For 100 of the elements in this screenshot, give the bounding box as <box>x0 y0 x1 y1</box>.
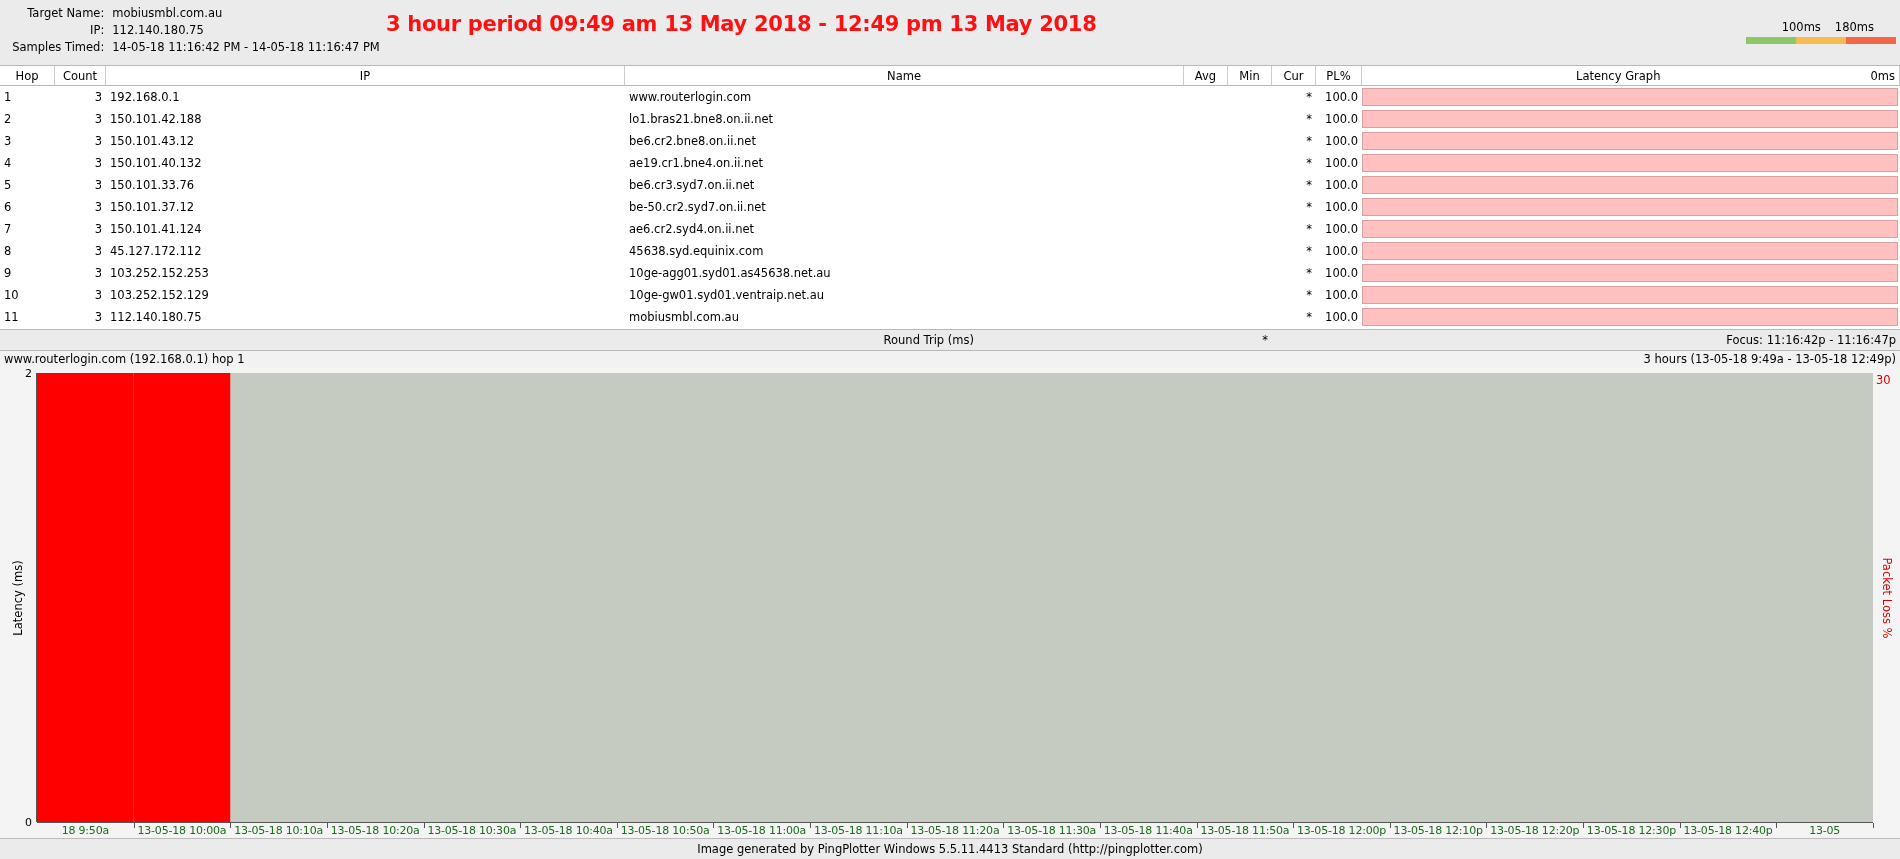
ip-label: IP: <box>89 23 105 37</box>
hop-cell-text: 1 <box>3 89 13 106</box>
ip-cell-text: 45.127.172.112 <box>109 243 203 260</box>
name-cell-text: www.routerlogin.com <box>628 89 753 106</box>
column-header[interactable]: Cur <box>1283 68 1304 83</box>
hop-cell-text: 4 <box>3 155 13 172</box>
count-cell-text: 3 <box>93 309 103 326</box>
packet-loss-cell-text: 100.0 <box>1324 89 1359 106</box>
packet-loss-cell-text: 100.0 <box>1324 309 1359 326</box>
legend-threshold: 100ms <box>1781 20 1821 34</box>
x-tick-label: 13-05-18 12:00p <box>1296 824 1387 837</box>
name-cell-text: be6.cr2.bne8.on.ii.net <box>628 133 757 150</box>
target-name: mobiusmbl.com.au <box>112 6 224 20</box>
packet-loss-cell-text: 100.0 <box>1324 221 1359 238</box>
ip-cell-text: 150.101.41.124 <box>109 221 203 238</box>
x-tick-label: 13-05-18 12:20p <box>1490 824 1580 837</box>
column-header[interactable]: Avg <box>1194 68 1217 83</box>
focus-range: Focus: 11:16:42p - 11:16:47p <box>1725 332 1897 349</box>
footer-credit: Image generated by PingPlotter Windows 5.5.11.4413 Standard (http://pingplotter.com) <box>697 842 1203 856</box>
x-tick-label: 13-05-18 11:40a <box>1103 824 1193 837</box>
column-header[interactable]: Latency Graph <box>1576 68 1661 83</box>
latency-scale-icon <box>1746 37 1896 44</box>
cur-cell-text: * <box>1305 221 1313 238</box>
hop-cell-text: 11 <box>3 309 20 326</box>
count-cell-text: 3 <box>93 111 103 128</box>
cur-cell-text: * <box>1305 177 1313 194</box>
count-cell-text: 3 <box>93 155 103 172</box>
x-tick-label: 13-05-18 10:30a <box>427 824 517 837</box>
count-cell-text: 3 <box>93 177 103 194</box>
period-title: 3 hour period 09:49 am 13 May 2018 - 12:49 pm 13 May 2018 <box>386 11 1097 36</box>
ip-cell-text: 192.168.0.1 <box>109 89 181 106</box>
column-header[interactable]: Min <box>1239 68 1260 83</box>
x-tick-label: 13-05-18 10:00a <box>137 824 227 837</box>
name-cell-text: lo1.bras21.bne8.on.ii.net <box>628 111 775 128</box>
x-tick-label: 13-05-18 10:10a <box>234 824 323 837</box>
cur-cell-text: * <box>1305 287 1313 304</box>
right-axis-max: 30 <box>1876 373 1891 387</box>
name-cell-text: be6.cr3.syd7.on.ii.net <box>628 177 756 194</box>
x-tick-label: 13-05-18 10:40a <box>524 824 613 837</box>
y-tick-label: 2 <box>25 366 32 380</box>
name-cell-text: ae19.cr1.bne4.on.ii.net <box>628 155 764 172</box>
ip-cell-text: 150.101.42.188 <box>109 111 203 128</box>
count-cell-text: 3 <box>93 199 103 216</box>
x-tick-label: 13-05 <box>1809 824 1841 837</box>
count-cell-text: 3 <box>93 133 103 150</box>
packet-loss-cell-text: 100.0 <box>1324 199 1359 216</box>
target-ip: 112.140.180.75 <box>112 23 205 37</box>
x-tick-label: 13-05-18 11:30a <box>1007 824 1097 837</box>
count-cell-text: 3 <box>93 265 103 282</box>
count-cell-text: 3 <box>93 89 103 106</box>
chart-host: www.routerlogin.com (192.168.0.1) hop 1 <box>4 352 245 366</box>
column-header[interactable]: Count <box>62 68 98 83</box>
x-tick-label: 13-05-18 11:20a <box>910 824 1000 837</box>
graph-scale-label: 0ms <box>1870 68 1895 83</box>
packet-loss-cell-text: 100.0 <box>1324 155 1359 172</box>
column-header[interactable]: Name <box>887 68 921 83</box>
x-tick-label: 13-05-18 12:40p <box>1683 824 1773 837</box>
ip-cell-text: 150.101.37.12 <box>109 199 196 216</box>
packet-loss-cell-text: 100.0 <box>1324 177 1359 194</box>
packet-loss-cell-text: 100.0 <box>1324 133 1359 150</box>
cur-cell-text: * <box>1305 199 1313 216</box>
ip-cell-text: 150.101.33.76 <box>109 177 196 194</box>
name-cell-text: 10ge-gw01.syd01.ventraip.net.au <box>628 287 825 304</box>
cur-cell-text: * <box>1305 133 1313 150</box>
name-cell-text: mobiusmbl.com.au <box>628 309 740 326</box>
target-name-label: Target Name: <box>26 6 105 20</box>
name-cell-text: be-50.cr2.syd7.on.ii.net <box>628 199 767 216</box>
hop-cell-text: 3 <box>3 133 13 150</box>
chart-range: 3 hours (13-05-18 9:49a - 13-05-18 12:49p) <box>1643 352 1896 366</box>
column-header[interactable]: Hop <box>15 68 39 83</box>
hop-cell-text: 6 <box>3 199 13 216</box>
hop-cell-text: 2 <box>3 111 13 128</box>
packet-loss-cell-text: 100.0 <box>1324 265 1359 282</box>
cur-cell-text: * <box>1305 243 1313 260</box>
hop-cell-text: 7 <box>3 221 13 238</box>
ip-cell-text: 103.252.152.129 <box>109 287 210 304</box>
hop-cell-text: 9 <box>3 265 13 282</box>
x-tick-label: 13-05-18 12:30p <box>1586 824 1676 837</box>
cur-cell-text: * <box>1305 89 1313 106</box>
hop-cell-text: 8 <box>3 243 13 260</box>
column-header[interactable]: PL% <box>1326 68 1351 83</box>
x-tick-label: 13-05-18 10:50a <box>620 824 710 837</box>
hop-cell-text: 5 <box>3 177 13 194</box>
samples-timed: 14-05-18 11:16:42 PM - 14-05-18 11:16:47 PM <box>112 40 381 54</box>
cur-cell-text: * <box>1305 155 1313 172</box>
y-tick-label: 0 <box>25 815 32 829</box>
round-trip-label: Round Trip (ms) <box>882 332 975 349</box>
column-header[interactable]: IP <box>359 68 371 83</box>
count-cell-text: 3 <box>93 221 103 238</box>
packet-loss-cell-text: 100.0 <box>1324 111 1359 128</box>
ip-cell-text: 150.101.40.132 <box>109 155 203 172</box>
samples-label: Samples Timed: <box>11 40 105 54</box>
ip-cell-text: 112.140.180.75 <box>109 309 203 326</box>
legend-threshold: 180ms <box>1834 20 1874 34</box>
count-cell-text: 3 <box>93 287 103 304</box>
cur-cell-text: * <box>1305 309 1313 326</box>
round-trip-cur: * <box>1261 332 1269 349</box>
cur-cell-text: * <box>1305 111 1313 128</box>
ip-cell-text: 150.101.43.12 <box>109 133 196 150</box>
name-cell-text: 45638.syd.equinix.com <box>628 243 765 260</box>
